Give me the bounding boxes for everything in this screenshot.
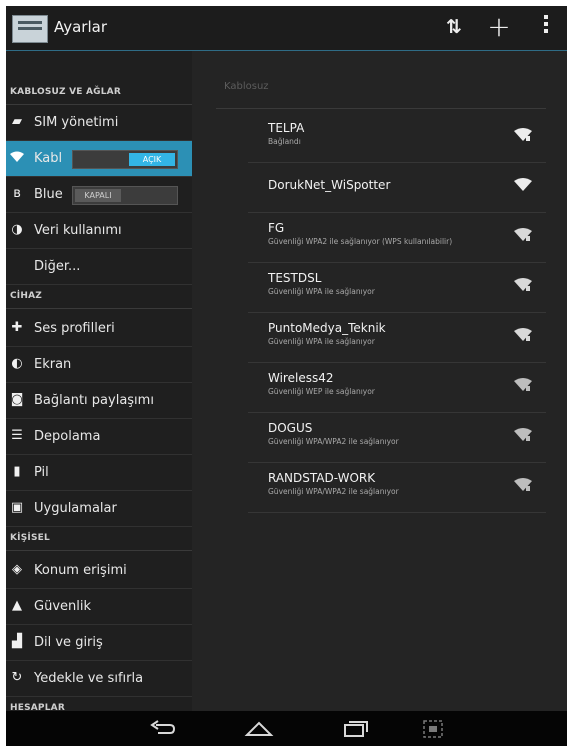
network-item-randstad[interactable]: RANDSTAD-WORK Güvenliği WPA/WPA2 ile sağ…	[248, 463, 546, 513]
sidebar-item-label: Güvenlik	[34, 599, 91, 614]
wifi-secured-icon	[514, 278, 532, 291]
sound-icon: ✚	[11, 320, 23, 335]
sidebar-item-label: Depolama	[34, 429, 101, 444]
sidebar-item-label: Konum erişimi	[34, 563, 127, 578]
sidebar-item-label: Dil ve giriş	[34, 635, 103, 650]
network-status: Güvenliği WPA/WPA2 ile sağlanıyor	[268, 437, 399, 446]
network-status: Güvenliği WEP ile sağlanıyor	[268, 387, 375, 396]
sidebar-item-backup[interactable]: ↻ Yedekle ve sıfırla	[6, 661, 192, 697]
network-ssid: DOGUS	[268, 421, 313, 435]
sidebar-item-label: Yedekle ve sıfırla	[34, 671, 144, 686]
network-item-dogus[interactable]: DOGUS Güvenliği WPA/WPA2 ile sağlanıyor	[248, 413, 546, 463]
sidebar-item-label: Veri kullanımı	[34, 223, 122, 238]
wifi-toggle-on-label: AÇIK	[129, 153, 175, 166]
wifi-icon	[10, 151, 24, 165]
sidebar-item-sound-profiles[interactable]: ✚ Ses profilleri	[6, 311, 192, 347]
wifi-secured-icon	[514, 328, 532, 341]
overflow-menu-icon[interactable]	[536, 12, 556, 42]
display-icon: ◐	[11, 356, 23, 371]
network-item-wireless42[interactable]: Wireless42 Güvenliği WEP ile sağlanıyor	[248, 363, 546, 413]
network-item-puntomedya[interactable]: PuntoMedya_Teknik Güvenliği WPA ile sağl…	[248, 313, 546, 363]
network-status: Güvenliği WPA/WPA2 ile sağlanıyor	[268, 487, 399, 496]
sidebar-item-label: Ekran	[34, 357, 72, 372]
network-item-telpa[interactable]: TELPA Bağlandı	[248, 113, 546, 163]
section-header-personal: KİŞİSEL	[6, 533, 192, 551]
wifi-signal-icon	[514, 178, 532, 191]
sidebar-item-security[interactable]: ▲ Güvenlik	[6, 589, 192, 625]
sidebar-item-language[interactable]: ▟ Dil ve giriş	[6, 625, 192, 661]
header-divider	[216, 108, 546, 109]
bluetooth-toggle[interactable]: KAPALI	[72, 186, 178, 205]
section-header-device: CİHAZ	[6, 291, 192, 309]
network-ssid: DorukNet_WiSpotter	[268, 178, 391, 192]
network-item-doruknet[interactable]: DorukNet_WiSpotter	[248, 163, 546, 213]
add-icon[interactable]: +	[484, 12, 514, 42]
network-ssid: Wireless42	[268, 371, 334, 385]
wifi-network-list-panel: Kablosuz TELPA Bağlandı DorukNet_WiSpott…	[192, 51, 567, 711]
settings-app-icon[interactable]	[12, 15, 48, 43]
wifi-secured-icon	[514, 478, 532, 491]
network-item-fg[interactable]: FG Güvenliği WPA2 ile sağlanıyor (WPS ku…	[248, 213, 546, 263]
network-ssid: TELPA	[268, 121, 305, 135]
network-ssid: TESTDSL	[268, 271, 322, 285]
sidebar-item-location[interactable]: ◈ Konum erişimi	[6, 553, 192, 589]
settings-sidebar: KABLOSUZ VE AĞLAR ▰ SIM yönetimi Kabl AÇ…	[6, 51, 192, 721]
sidebar-item-label: Blue	[34, 187, 63, 202]
network-ssid: RANDSTAD-WORK	[268, 471, 376, 485]
wifi-secured-icon	[514, 378, 532, 391]
navigation-bar	[6, 711, 567, 746]
sidebar-item-label: Pil	[34, 465, 49, 480]
language-icon: ▟	[12, 634, 22, 649]
backup-icon: ↻	[11, 670, 23, 685]
screenshot-icon[interactable]	[418, 719, 448, 739]
section-header-wireless: KABLOSUZ VE AĞLAR	[6, 87, 192, 105]
sidebar-item-storage[interactable]: ☰ Depolama	[6, 419, 192, 455]
network-status: Bağlandı	[268, 137, 301, 146]
data-usage-icon: ◑	[11, 222, 23, 237]
apps-icon: ▣	[10, 500, 24, 515]
sidebar-item-sim[interactable]: ▰ SIM yönetimi	[6, 105, 192, 141]
lock-icon: ▲	[12, 598, 22, 613]
back-icon[interactable]	[148, 719, 178, 739]
network-status: Güvenliği WPA ile sağlanıyor	[268, 337, 375, 346]
location-icon: ◈	[12, 562, 22, 577]
sidebar-item-label: Uygulamalar	[34, 501, 117, 516]
sidebar-item-label: Bağlantı paylaşımı	[34, 393, 154, 408]
wifi-secured-icon	[514, 228, 532, 241]
network-ssid: FG	[268, 221, 285, 235]
network-ssid: PuntoMedya_Teknik	[268, 321, 386, 335]
sidebar-item-label: Diğer...	[34, 259, 81, 274]
tethering-icon: ◙	[10, 392, 24, 407]
bluetooth-icon: ʙ	[13, 186, 21, 201]
sidebar-item-data-usage[interactable]: ◑ Veri kullanımı	[6, 213, 192, 249]
network-item-testdsl[interactable]: TESTDSL Güvenliği WPA ile sağlanıyor	[248, 263, 546, 313]
sync-icon[interactable]: ⇅	[439, 12, 469, 42]
sidebar-item-label: SIM yönetimi	[34, 115, 119, 130]
wifi-secured-icon	[514, 428, 532, 441]
app-title: Ayarlar	[54, 18, 108, 36]
sidebar-item-battery[interactable]: ▮ Pil	[6, 455, 192, 491]
action-bar: Ayarlar ⇅ +	[6, 6, 567, 51]
storage-icon: ☰	[11, 428, 23, 443]
network-status: Güvenliği WPA ile sağlanıyor	[268, 287, 375, 296]
bluetooth-toggle-off-label: KAPALI	[75, 189, 121, 202]
sidebar-item-bluetooth[interactable]: ʙ Blue KAPALI	[6, 177, 192, 213]
sidebar-item-more[interactable]: Diğer...	[6, 249, 192, 285]
battery-icon: ▮	[13, 464, 21, 479]
sidebar-item-display[interactable]: ◐ Ekran	[6, 347, 192, 383]
network-status: Güvenliği WPA2 ile sağlanıyor (WPS kulla…	[268, 237, 453, 246]
sidebar-item-label: Kabl	[34, 151, 63, 166]
sidebar-item-label: Ses profilleri	[34, 321, 115, 336]
sidebar-item-tethering[interactable]: ◙ Bağlantı paylaşımı	[6, 383, 192, 419]
content-header: Kablosuz	[224, 81, 269, 92]
sidebar-item-wifi[interactable]: Kabl AÇIK	[6, 141, 192, 177]
sidebar-item-apps[interactable]: ▣ Uygulamalar	[6, 491, 192, 527]
home-icon[interactable]	[244, 719, 274, 739]
tablet-screen: Ayarlar ⇅ + KABLOSUZ VE AĞLAR ▰ SIM yöne…	[6, 6, 567, 746]
sim-icon: ▰	[12, 114, 22, 129]
wifi-toggle[interactable]: AÇIK	[72, 150, 178, 169]
recents-icon[interactable]	[340, 719, 370, 739]
wifi-signal-icon	[514, 128, 532, 141]
